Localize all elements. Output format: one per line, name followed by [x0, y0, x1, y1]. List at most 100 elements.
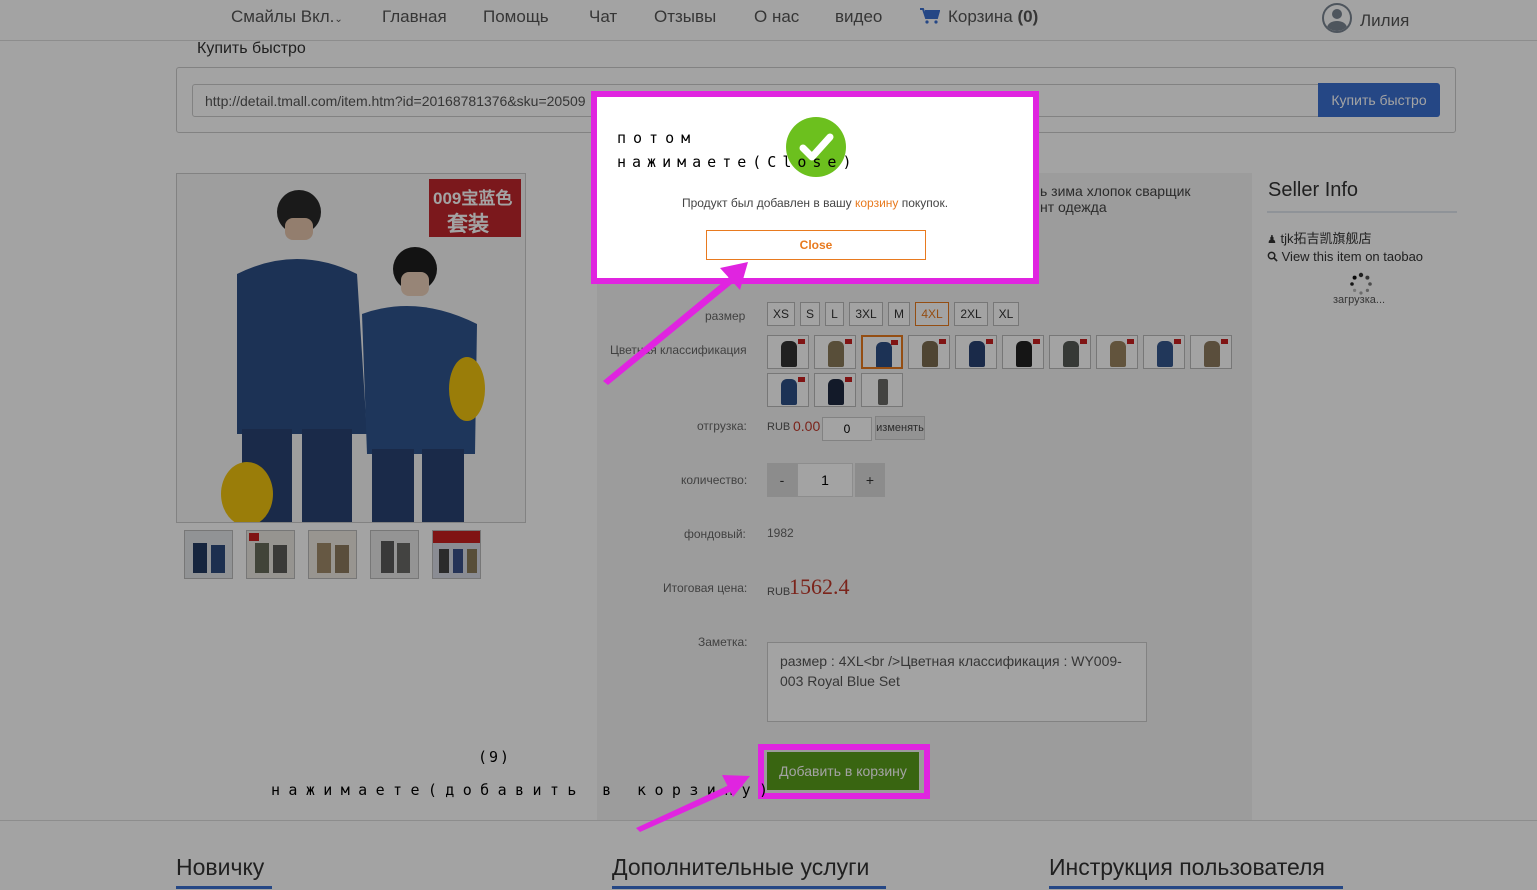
stock-value: 1982 [767, 526, 794, 540]
nav-cart-link[interactable]: Корзина (0) [920, 7, 1038, 27]
shipping-value: 0.00 [793, 418, 821, 434]
size-option-3xl[interactable]: 3XL [849, 302, 883, 326]
shipping-input[interactable] [822, 417, 872, 441]
size-option-4xl[interactable]: 4XL [915, 302, 949, 326]
product-title-line2: нт одежда [1040, 199, 1107, 215]
quantity-increase-button[interactable]: + [855, 463, 885, 497]
loading-spinner-icon [1350, 272, 1372, 295]
total-price-label: Итоговая цена: [663, 581, 748, 595]
total-price-value: 1562.4 [789, 574, 850, 599]
top-navigation: Смайлы Вкл.⌄ Главная Помощь Чат Отзывы О… [0, 0, 1537, 41]
cart-icon [920, 8, 940, 24]
thumbnail-image [247, 531, 294, 578]
annotation-press-add-to-cart-text: нажимаете(добавить в корзину) [271, 781, 777, 799]
footer-underline [176, 886, 272, 889]
nav-smiles-label: Смайлы Вкл. [231, 7, 335, 26]
user-avatar-icon [1322, 3, 1352, 33]
nav-cart-label: Корзина [948, 7, 1013, 26]
quantity-input[interactable] [797, 463, 853, 497]
nav-user-menu[interactable]: Лилия [1322, 3, 1409, 33]
color-swatch[interactable] [908, 335, 950, 369]
footer-heading-services: Дополнительные услуги [612, 854, 870, 880]
footer-divider [0, 820, 1537, 821]
product-thumbnail[interactable] [246, 530, 295, 579]
color-swatch[interactable] [1190, 335, 1232, 369]
footer-underline [612, 886, 886, 889]
view-on-taobao-label: View this item on taobao [1281, 249, 1424, 264]
image-badge-line1: 009宝蓝色 [433, 189, 513, 208]
seller-title-underline [1267, 211, 1457, 213]
annotation-press-close-text: нажимаете(Close) [617, 153, 858, 171]
stock-label: фондовый: [684, 527, 746, 541]
modal-close-button[interactable]: Close [706, 230, 926, 260]
product-thumbnail[interactable] [432, 530, 481, 579]
footer-heading-newbie: Новичку [176, 854, 265, 880]
product-title: ь зима хлопок сварщик нт одежда [1040, 183, 1250, 215]
quantity-label: количество: [681, 473, 748, 487]
view-on-taobao-link[interactable]: View this item on taobao [1267, 249, 1423, 264]
color-classification-label: Цветная классификация [610, 343, 747, 357]
color-swatch[interactable] [861, 373, 903, 407]
annotation-then-text: потом [617, 129, 698, 147]
shipping-label: отгрузка: [697, 419, 747, 433]
nav-reviews-link[interactable]: Отзывы [654, 7, 716, 27]
search-icon [1267, 251, 1278, 262]
color-swatch[interactable] [814, 373, 856, 407]
image-badge-line2: 套装 [447, 213, 489, 236]
thumbnail-image [309, 531, 356, 578]
nav-home-link[interactable]: Главная [382, 7, 447, 27]
shipping-currency: RUB [767, 421, 791, 433]
highlight-frame [758, 744, 930, 799]
product-thumbnail[interactable] [184, 530, 233, 579]
product-thumbnail[interactable] [370, 530, 419, 579]
cart-count-badge: (0) [1017, 7, 1039, 26]
product-title-line1: ь зима хлопок сварщик [1040, 183, 1191, 199]
nav-about-link[interactable]: О нас [754, 7, 799, 27]
color-swatch[interactable] [767, 335, 809, 369]
size-option-m[interactable]: M [888, 302, 910, 326]
modal-cart-link[interactable]: корзину [855, 196, 898, 210]
color-swatch-selected[interactable] [861, 335, 903, 369]
chevron-down-icon: ⌄ [334, 14, 343, 25]
color-swatch[interactable] [955, 335, 997, 369]
size-option-xl[interactable]: XL [993, 302, 1019, 326]
annotation-step-number: (9) [478, 748, 512, 766]
color-swatch[interactable] [1002, 335, 1044, 369]
shipping-change-button[interactable]: изменять [875, 416, 925, 440]
footer-heading-user-guide: Инструкция пользователя [1049, 854, 1325, 880]
seller-name: tjk拓吉凯旗舰店 [1280, 231, 1372, 246]
size-label: размер [705, 309, 746, 323]
note-textarea[interactable]: размер : 4XL<br />Цветная классификация … [767, 642, 1147, 722]
thumbnail-image [433, 531, 480, 578]
modal-message-start: Продукт был добавлен в вашу [681, 196, 855, 210]
color-swatch[interactable] [767, 373, 809, 407]
thumbnail-image [185, 531, 232, 578]
note-label: Заметка: [698, 635, 748, 649]
quick-buy-title: Купить быстро [197, 40, 306, 57]
nav-help-link[interactable]: Помощь [483, 7, 549, 27]
product-main-image[interactable]: 009宝蓝色 套装 [176, 173, 526, 523]
quick-buy-button[interactable]: Купить быстро [1318, 83, 1440, 117]
color-swatch[interactable] [1049, 335, 1091, 369]
user-icon: ♟ [1267, 234, 1277, 246]
modal-message-end: покупок. [898, 196, 949, 210]
size-option-s[interactable]: S [800, 302, 820, 326]
size-option-l[interactable]: L [825, 302, 844, 326]
user-name: Лилия [1360, 11, 1410, 30]
nav-smiles-toggle[interactable]: Смайлы Вкл.⌄ [231, 7, 343, 27]
modal-message: Продукт был добавлен в вашу корзину поку… [597, 196, 1033, 210]
footer-underline [1049, 886, 1343, 889]
quantity-decrease-button[interactable]: - [767, 463, 797, 497]
product-thumbnail[interactable] [308, 530, 357, 579]
total-currency: RUB [767, 586, 791, 598]
color-swatch[interactable] [1096, 335, 1138, 369]
size-option-2xl[interactable]: 2XL [954, 302, 988, 326]
color-swatch[interactable] [814, 335, 856, 369]
nav-chat-link[interactable]: Чат [589, 7, 617, 27]
nav-video-link[interactable]: видео [835, 7, 882, 27]
size-option-xs[interactable]: XS [767, 302, 795, 326]
loading-text: загрузка... [1333, 294, 1386, 306]
color-swatch[interactable] [1143, 335, 1185, 369]
seller-name-link[interactable]: ♟ tjk拓吉凯旗舰店 [1267, 228, 1372, 247]
thumbnail-image [371, 531, 418, 578]
